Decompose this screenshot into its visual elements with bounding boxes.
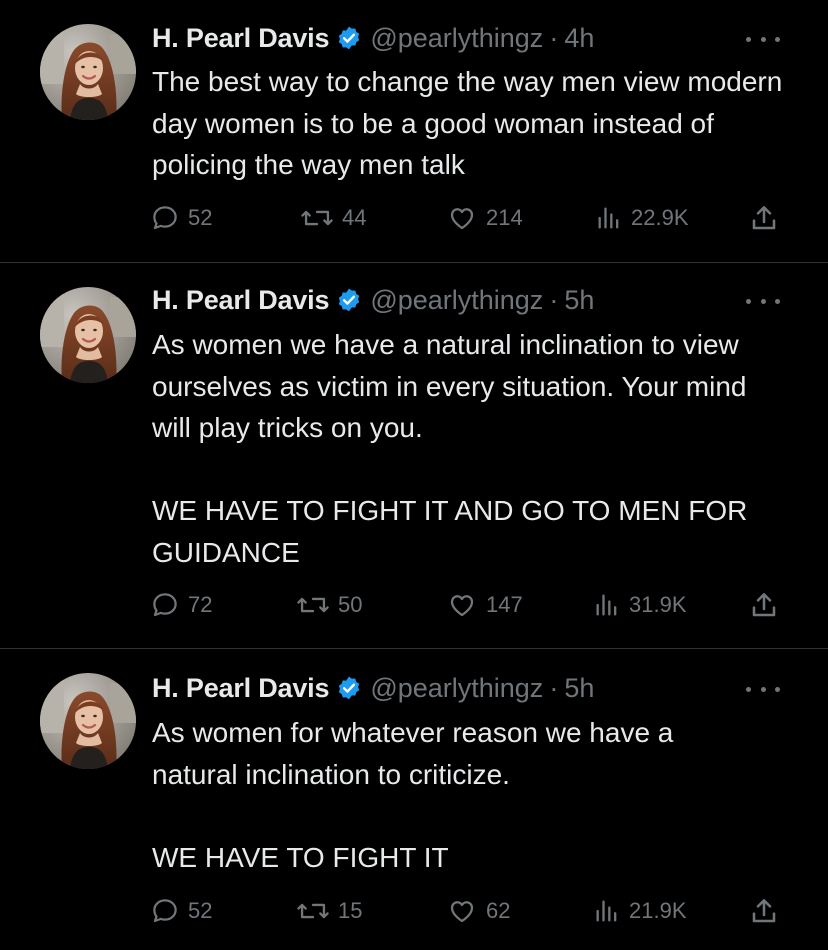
views-button[interactable]: 22.9K bbox=[595, 200, 689, 236]
timestamp[interactable]: 5h bbox=[564, 673, 594, 704]
views-icon bbox=[598, 207, 619, 229]
tweet-paragraph: WE HAVE TO FIGHT IT bbox=[152, 841, 449, 873]
views-count: 31.9K bbox=[629, 592, 687, 617]
tweet[interactable]: H. Pearl Davis @pearlythingz · 4h The be… bbox=[0, 0, 828, 262]
repost-icon bbox=[301, 210, 333, 226]
tweet-text: The best way to change the way men view … bbox=[152, 61, 792, 186]
reply-button[interactable]: 72 bbox=[150, 587, 212, 623]
tweet-header: H. Pearl Davis @pearlythingz · 4h bbox=[152, 22, 594, 54]
like-count: 214 bbox=[486, 205, 523, 230]
verified-badge-icon bbox=[339, 288, 360, 312]
tweet-actions: 52 15 62 21.9K bbox=[150, 893, 790, 929]
avatar[interactable] bbox=[40, 287, 136, 383]
tweet-text: As women we have a natural inclination t… bbox=[152, 324, 792, 573]
like-button[interactable]: 147 bbox=[446, 587, 523, 623]
tweet-paragraph: The best way to change the way men view … bbox=[152, 66, 783, 180]
share-button[interactable] bbox=[748, 200, 780, 236]
separator: · bbox=[549, 672, 559, 703]
tweet[interactable]: H. Pearl Davis @pearlythingz · 5h As wom… bbox=[0, 263, 828, 648]
tweet[interactable]: H. Pearl Davis @pearlythingz · 5h As wom… bbox=[0, 649, 828, 950]
repost-count: 44 bbox=[342, 205, 367, 230]
verified-badge-icon bbox=[339, 26, 360, 50]
avatar[interactable] bbox=[40, 24, 136, 120]
verified-badge-icon bbox=[339, 676, 360, 700]
tweet-header: H. Pearl Davis @pearlythingz · 5h bbox=[152, 672, 594, 704]
like-count: 147 bbox=[486, 592, 523, 617]
tweet-paragraph: As women we have a natural inclination t… bbox=[152, 329, 747, 443]
more-options-icon[interactable] bbox=[746, 34, 780, 44]
like-count: 62 bbox=[486, 898, 511, 923]
share-icon bbox=[752, 593, 776, 617]
views-button[interactable]: 21.9K bbox=[593, 893, 687, 929]
repost-button[interactable]: 44 bbox=[300, 200, 366, 236]
repost-button[interactable]: 50 bbox=[296, 587, 362, 623]
views-icon bbox=[596, 594, 617, 616]
share-icon bbox=[752, 206, 776, 230]
tweet-actions: 72 50 147 31.9K bbox=[150, 587, 790, 623]
repost-button[interactable]: 15 bbox=[296, 893, 362, 929]
reply-count: 72 bbox=[188, 592, 213, 617]
views-count: 22.9K bbox=[631, 205, 689, 230]
display-name[interactable]: H. Pearl Davis bbox=[152, 673, 330, 704]
reply-button[interactable]: 52 bbox=[150, 893, 212, 929]
views-icon bbox=[596, 900, 617, 922]
tweet-actions: 52 44 214 22.9K bbox=[150, 200, 790, 236]
like-icon bbox=[450, 595, 474, 617]
repost-count: 50 bbox=[338, 592, 363, 617]
views-button[interactable]: 31.9K bbox=[593, 587, 687, 623]
share-icon bbox=[752, 899, 776, 923]
repost-icon bbox=[297, 597, 329, 613]
more-options-icon[interactable] bbox=[746, 684, 780, 694]
reply-count: 52 bbox=[188, 205, 213, 230]
reply-icon bbox=[153, 206, 177, 230]
handle[interactable]: @pearlythingz bbox=[370, 285, 543, 316]
repost-icon bbox=[297, 903, 329, 919]
timestamp[interactable]: 5h bbox=[564, 285, 594, 316]
reply-icon bbox=[153, 593, 177, 617]
tweet-paragraph: As women for whatever reason we have a n… bbox=[152, 717, 674, 790]
share-button[interactable] bbox=[748, 893, 780, 929]
views-count: 21.9K bbox=[629, 898, 687, 923]
handle[interactable]: @pearlythingz bbox=[370, 23, 543, 54]
separator: · bbox=[549, 22, 559, 53]
reply-count: 52 bbox=[188, 898, 213, 923]
repost-count: 15 bbox=[338, 898, 363, 923]
tweet-paragraph: WE HAVE TO FIGHT IT AND GO TO MEN FOR GU… bbox=[152, 495, 748, 568]
avatar[interactable] bbox=[40, 673, 136, 769]
display-name[interactable]: H. Pearl Davis bbox=[152, 23, 330, 54]
handle[interactable]: @pearlythingz bbox=[370, 673, 543, 704]
like-icon bbox=[450, 208, 474, 230]
tweet-header: H. Pearl Davis @pearlythingz · 5h bbox=[152, 284, 594, 316]
timestamp[interactable]: 4h bbox=[564, 23, 594, 54]
separator: · bbox=[549, 284, 559, 315]
like-icon bbox=[450, 901, 474, 923]
more-options-icon[interactable] bbox=[746, 296, 780, 306]
tweet-text: As women for whatever reason we have a n… bbox=[152, 712, 792, 878]
share-button[interactable] bbox=[748, 587, 780, 623]
like-button[interactable]: 62 bbox=[446, 893, 510, 929]
reply-icon bbox=[153, 899, 177, 923]
display-name[interactable]: H. Pearl Davis bbox=[152, 285, 330, 316]
like-button[interactable]: 214 bbox=[446, 200, 523, 236]
reply-button[interactable]: 52 bbox=[150, 200, 212, 236]
